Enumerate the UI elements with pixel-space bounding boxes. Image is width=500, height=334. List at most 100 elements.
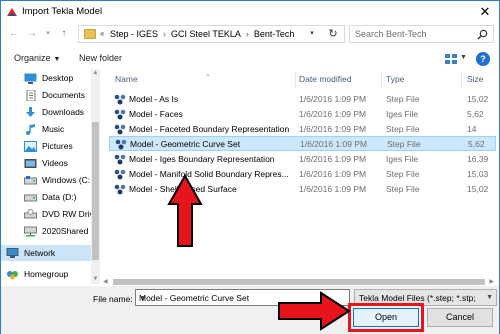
recent-locations-chevron-icon[interactable]: ▾ [43,27,53,41]
breadcrumb-item[interactable]: Step - IGES [110,29,158,39]
drive-icon [24,194,37,201]
sidebar-item-network[interactable]: Network [1,245,91,261]
file-type: Iges File [386,109,419,119]
column-divider[interactable] [461,71,462,87]
sidebar-item-data-drive[interactable]: Data (D:) [1,189,91,205]
file-type-filter-value: Tekla Model Files (*.step; *.stp; [359,293,476,303]
forward-arrow-icon[interactable]: → [25,27,39,41]
sidebar-item-shared-drive[interactable]: 2020Shared ( [1,223,91,239]
column-header-size[interactable]: Size [467,71,496,87]
sidebar-item-label: Music [42,124,65,134]
file-type: Step File [386,124,420,134]
horizontal-scrollbar[interactable]: ◀ ▶ [101,278,496,286]
dvd-icon [24,208,37,218]
sort-chevron-icon: ^ [206,74,210,81]
command-bar: Organize ▼ New folder ▼ ? [1,49,499,69]
file-size: 15,02 [467,184,489,194]
sidebar-item-label: Videos [42,158,68,168]
search-placeholder: Search Bent-Tech [355,29,427,39]
breadcrumb-item[interactable]: Bent-Tech [254,29,295,39]
sidebar-item-music[interactable]: Music [1,121,91,137]
sidebar-item-desktop[interactable]: Desktop [1,70,91,86]
file-row-selected[interactable]: Model - Geometric Curve Set 1/6/2016 1:0… [109,136,496,151]
import-dialog: Import Tekla Model ✕ ← → ▾ ↑ « Step - IG… [0,0,500,334]
file-date: 1/6/2016 1:09 PM [299,94,367,104]
breadcrumb: Step - IGES › GCI Steel TEKLA › Bent-Tec… [110,29,294,39]
scrollbar-thumb[interactable] [92,122,99,260]
scroll-up-icon[interactable]: ▲ [91,69,100,78]
drive-icon [24,175,37,184]
tekla-file-icon [115,139,127,150]
sidebar-item-windows-drive[interactable]: Windows (C: [1,172,91,188]
column-header-date[interactable]: Date modified [299,71,379,87]
sidebar-item-dvd-drive[interactable]: DVD RW Driv [1,206,91,222]
file-size: 16,39 [467,154,489,164]
videos-icon [24,158,37,168]
column-divider[interactable] [381,71,382,87]
sidebar-item-pictures[interactable]: Pictures [1,138,91,154]
column-header-type[interactable]: Type [386,71,456,87]
close-icon[interactable]: ✕ [477,4,493,20]
change-view-icon[interactable] [444,53,458,65]
organize-button[interactable]: Organize ▼ [14,53,60,63]
sidebar-item-label: Downloads [42,107,85,117]
scrollbar-thumb[interactable] [113,279,485,285]
sidebar-item-videos[interactable]: Videos [1,155,91,171]
sidebar-item-label: Desktop [42,73,74,83]
desktop-icon [24,73,37,84]
sidebar-item-label: Homegroup [24,269,69,279]
address-dropdown-icon[interactable]: ▾ [306,29,318,39]
address-bar[interactable]: « Step - IGES › GCI Steel TEKLA › Bent-T… [78,25,345,43]
file-row[interactable]: Model - As Is 1/6/2016 1:09 PM Step File… [109,92,496,107]
file-date: 1/6/2016 1:09 PM [299,184,367,194]
homegroup-icon [7,270,18,279]
scroll-right-icon[interactable]: ▶ [489,278,494,285]
file-row[interactable]: Model - Faces 1/6/2016 1:09 PM Iges File… [109,107,496,122]
file-row[interactable]: Model - Iges Boundary Representation 1/6… [109,152,496,167]
scroll-down-icon[interactable]: ▼ [91,275,100,284]
sidebar-item-downloads[interactable]: Downloads [1,104,91,120]
file-size: 14 [467,124,477,134]
help-icon[interactable]: ? [476,52,490,66]
open-button[interactable]: Open [353,308,419,327]
search-input[interactable]: Search Bent-Tech [349,25,494,43]
breadcrumb-overflow[interactable]: « [100,29,104,38]
breadcrumb-separator-icon[interactable]: › [241,29,254,39]
tekla-file-icon [114,109,126,120]
tekla-file-icon [114,124,126,135]
sidebar-item-label: Pictures [42,141,73,151]
column-divider[interactable] [295,71,296,87]
file-name: Model - Faces [129,109,183,119]
file-name: Model - As Is [129,94,179,104]
sidebar-item-documents[interactable]: Documents [1,87,91,103]
column-header-name[interactable]: Name ^ [115,71,295,87]
navigation-scrollbar[interactable]: ▲ ▼ [91,69,100,284]
new-folder-button[interactable]: New folder [79,53,122,63]
file-size: 15,03 [467,169,489,179]
sidebar-item-label: Windows (C: [42,175,91,185]
tekla-file-icon [114,169,126,180]
back-arrow-icon[interactable]: ← [7,27,21,41]
up-arrow-icon[interactable]: ↑ [57,27,71,41]
cancel-button[interactable]: Cancel [427,308,493,327]
file-date: 1/6/2016 1:09 PM [299,169,367,179]
breadcrumb-separator-icon[interactable]: › [158,29,171,39]
scroll-left-icon[interactable]: ◀ [103,278,108,285]
file-name-panel: File name: Model - Geometric Curve Set ▼… [1,286,499,334]
view-options-chevron-icon[interactable]: ▼ [460,54,467,61]
file-name: Model - Faceted Boundary Representation [129,124,290,134]
pictures-icon [24,140,37,152]
search-icon [477,29,488,40]
file-type: Step File [386,184,420,194]
file-row[interactable]: Model - Faceted Boundary Representation … [109,122,496,137]
file-name: Model - Iges Boundary Representation [129,154,275,164]
music-icon [26,123,35,135]
title-bar: Import Tekla Model ✕ [1,1,499,23]
annotation-right-arrow-icon [278,291,351,331]
sidebar-item-homegroup[interactable]: Homegroup [1,266,91,282]
file-type: Step File [386,169,420,179]
chevron-down-icon: ▼ [53,56,61,63]
refresh-icon[interactable]: ↻ [326,27,340,41]
file-name-label: File name: [93,294,133,304]
breadcrumb-item[interactable]: GCI Steel TEKLA [171,29,241,39]
